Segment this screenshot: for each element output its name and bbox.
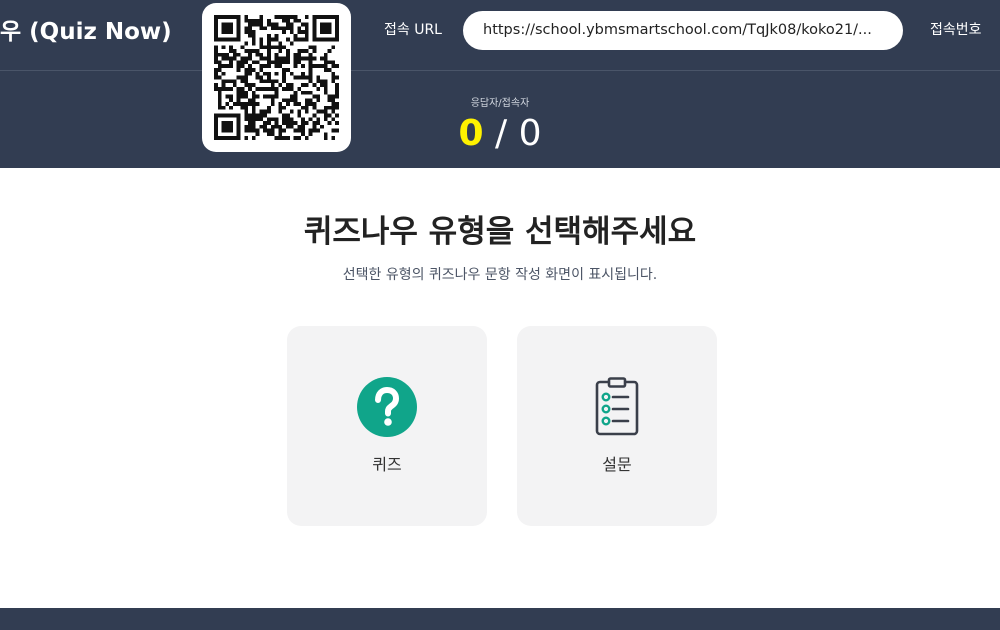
connected-count: 0 [518, 113, 542, 154]
survey-card-label: 설문 [602, 455, 632, 474]
url-label: 접속 URL [384, 22, 442, 38]
page-title: 퀴즈나우 유형을 선택해주세요 [303, 214, 697, 250]
counter-label: 응답자/접속자 [470, 98, 530, 109]
page-subtitle: 선택한 유형의 퀴즈나우 문항 작성 화면이 표시됩니다. [342, 267, 658, 283]
header-divider [0, 70, 1000, 71]
access-code-label: 접속번호 [930, 22, 982, 38]
bottom-bar [0, 608, 1000, 630]
responded-count: 0 [458, 113, 484, 154]
clipboard-list-icon [595, 377, 639, 436]
counter-separator: / [495, 113, 508, 154]
question-circle-icon [357, 377, 417, 437]
qr-code [202, 3, 351, 152]
qr-code-icon [214, 15, 339, 140]
quiz-type-card[interactable]: 퀴즈 [287, 326, 487, 526]
app-title: 우 (Quiz Now) [0, 19, 172, 45]
top-header: 우 (Quiz Now) 접속 URL https://school.ybmsm… [0, 0, 1000, 168]
quiz-card-label: 퀴즈 [372, 455, 402, 474]
participant-counter: 0 / 0 [440, 112, 560, 156]
url-field[interactable]: https://school.ybmsmartschool.com/TqJk08… [463, 11, 903, 50]
survey-type-card[interactable]: 설문 [517, 326, 717, 526]
